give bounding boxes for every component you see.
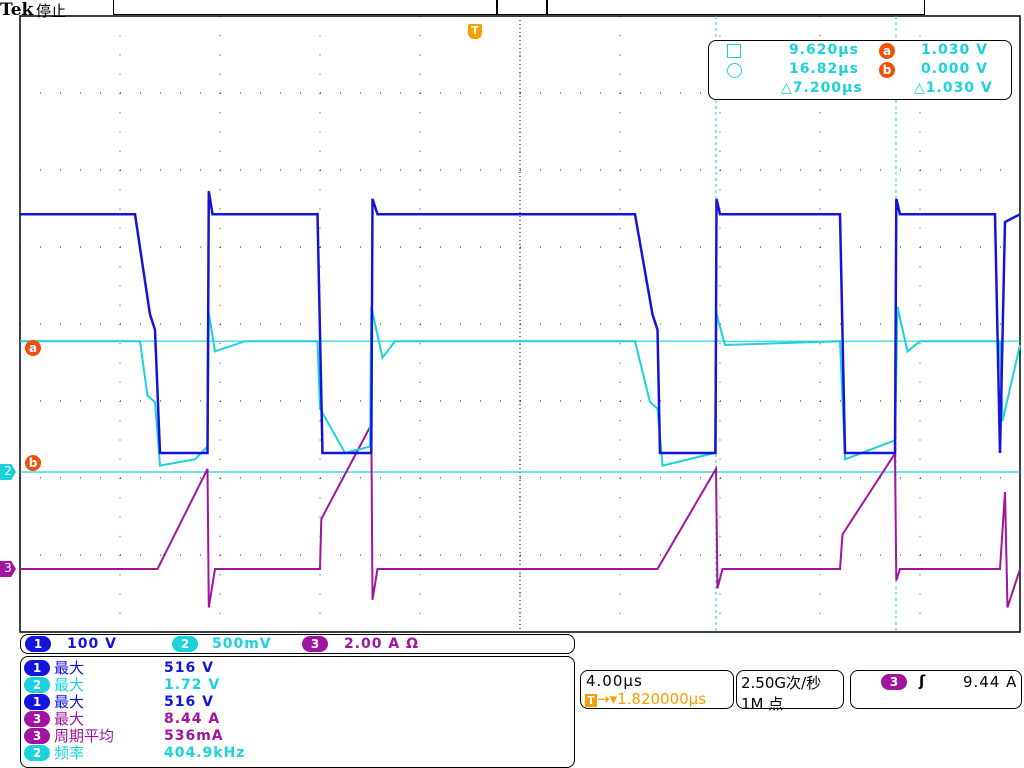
sample-rate: 2.50G次/秒 (741, 674, 822, 692)
ch1-scale[interactable]: 100 V (67, 636, 172, 652)
measurement-value: 404.9kHz (164, 744, 246, 761)
ch3-scale[interactable]: 2.00 A Ω (344, 636, 419, 652)
circle-icon (727, 63, 742, 78)
measurements-panel: 1 最大 516 V 2 最大 1.72 V 1 最大 516 V 3 最大 8.44 A 3 周期平均 5… (20, 656, 575, 768)
measurement-row: 2 频率 404.9kHz (21, 744, 574, 762)
horizontal-scale: 4.00µs (586, 672, 643, 690)
measurement-label: 频率 (54, 744, 85, 762)
square-icon (727, 44, 741, 58)
measurement-channel-badge: 2 (24, 676, 50, 693)
trigger-t-icon: T (585, 694, 597, 707)
measurement-channel-badge: 1 (24, 693, 50, 710)
measurement-value: 8.44 A (164, 710, 221, 727)
cursor-a-level-marker[interactable]: a (25, 340, 41, 356)
measurement-channel-badge: 2 (24, 744, 50, 761)
record-length: 1M 点 (741, 695, 784, 713)
cursor-readout: 9.620µs a 1.030 V 16.82µs b 0.000 V △7.2… (708, 40, 1012, 100)
trigger-position: 1.820000µs (617, 690, 707, 708)
cursor-a-value: 1.030 V (921, 42, 988, 58)
trigger-source-badge: 3 (881, 674, 907, 690)
acquisition-panel[interactable]: 2.50G次/秒 1M 点 (736, 670, 844, 713)
ch1-badge[interactable]: 1 (25, 636, 51, 652)
trigger-panel[interactable]: 3 ʃ 9.44 A (850, 670, 1022, 709)
ch2-badge[interactable]: 2 (172, 636, 198, 652)
ch3-badge[interactable]: 3 (302, 636, 328, 652)
cursor-b-value: 0.000 V (921, 61, 988, 77)
ch2-scale[interactable]: 500mV (212, 636, 302, 652)
measurement-channel-badge: 3 (24, 710, 50, 727)
trigger-position-marker[interactable]: T (468, 24, 482, 39)
cursor-delta-t: △7.200µs (781, 80, 863, 96)
trigger-level: 9.44 A (963, 673, 1018, 691)
waveform-ch2 (20, 306, 1021, 467)
cursor-a-marker: a (879, 43, 895, 59)
measurement-value: 516 V (164, 693, 214, 710)
cursor-delta-v: △1.030 V (914, 80, 993, 96)
cursor-b-marker: b (879, 62, 895, 78)
channel-scale-bar: 1 100 V 2 500mV 3 2.00 A Ω (20, 634, 575, 654)
measurement-value: 1.72 V (164, 676, 221, 693)
measurement-channel-badge: 1 (24, 659, 50, 676)
cursor-t2: 16.82µs (789, 61, 859, 77)
waveform-ch1 (20, 191, 1021, 455)
measurement-value: 536mA (164, 727, 224, 744)
rising-edge-icon: ʃ (919, 672, 926, 690)
cursor-t1: 9.620µs (789, 42, 859, 58)
timebase-panel[interactable]: 4.00µs T →▾1.820000µs (580, 670, 734, 709)
measurement-value: 516 V (164, 659, 214, 676)
cursor-b-level-marker[interactable]: b (25, 455, 41, 471)
measurement-channel-badge: 3 (24, 727, 50, 744)
